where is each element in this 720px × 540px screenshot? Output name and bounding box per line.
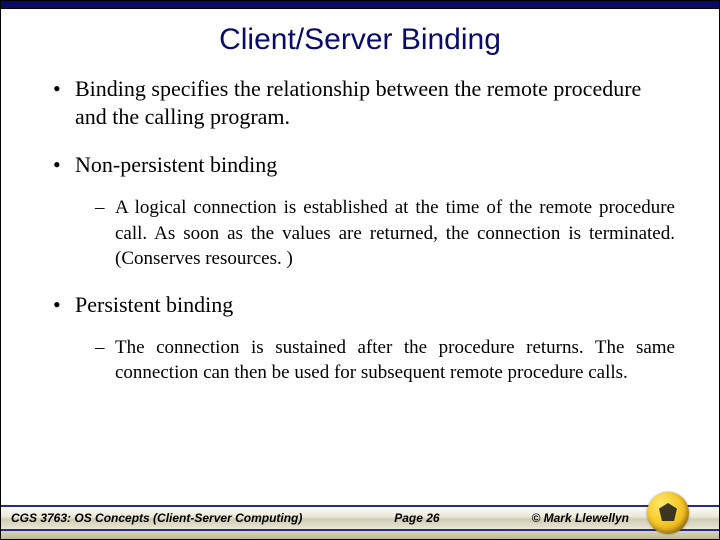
top-accent-bar	[1, 1, 719, 9]
sub-bullet-item: The connection is sustained after the pr…	[75, 335, 675, 385]
footer-page: Page 26	[394, 511, 439, 525]
bullet-item: Non-persistent binding A logical connect…	[53, 151, 675, 270]
footer: CGS 3763: OS Concepts (Client-Server Com…	[1, 501, 719, 539]
bullet-list: Binding specifies the relationship betwe…	[53, 75, 675, 385]
sub-bullet-list: The connection is sustained after the pr…	[75, 335, 675, 385]
footer-bar: CGS 3763: OS Concepts (Client-Server Com…	[1, 505, 719, 531]
sub-bullet-item: A logical connection is established at t…	[75, 195, 675, 270]
footer-course: CGS 3763: OS Concepts (Client-Server Com…	[11, 511, 302, 525]
sub-bullet-text: A logical connection is established at t…	[115, 197, 675, 268]
bullet-item: Binding specifies the relationship betwe…	[53, 75, 675, 131]
footer-copyright: © Mark Llewellyn	[531, 511, 629, 525]
bullet-text: Binding specifies the relationship betwe…	[75, 76, 641, 129]
bullet-text: Persistent binding	[75, 292, 233, 317]
sub-bullet-list: A logical connection is established at t…	[75, 195, 675, 270]
slide: Client/Server Binding Binding specifies …	[0, 0, 720, 540]
slide-title: Client/Server Binding	[1, 23, 719, 57]
ucf-logo-icon	[647, 492, 689, 534]
sub-bullet-text: The connection is sustained after the pr…	[115, 337, 675, 383]
bullet-text: Non-persistent binding	[75, 152, 277, 177]
slide-body: Binding specifies the relationship betwe…	[1, 75, 719, 385]
bullet-item: Persistent binding The connection is sus…	[53, 291, 675, 385]
footer-edge	[1, 531, 719, 539]
